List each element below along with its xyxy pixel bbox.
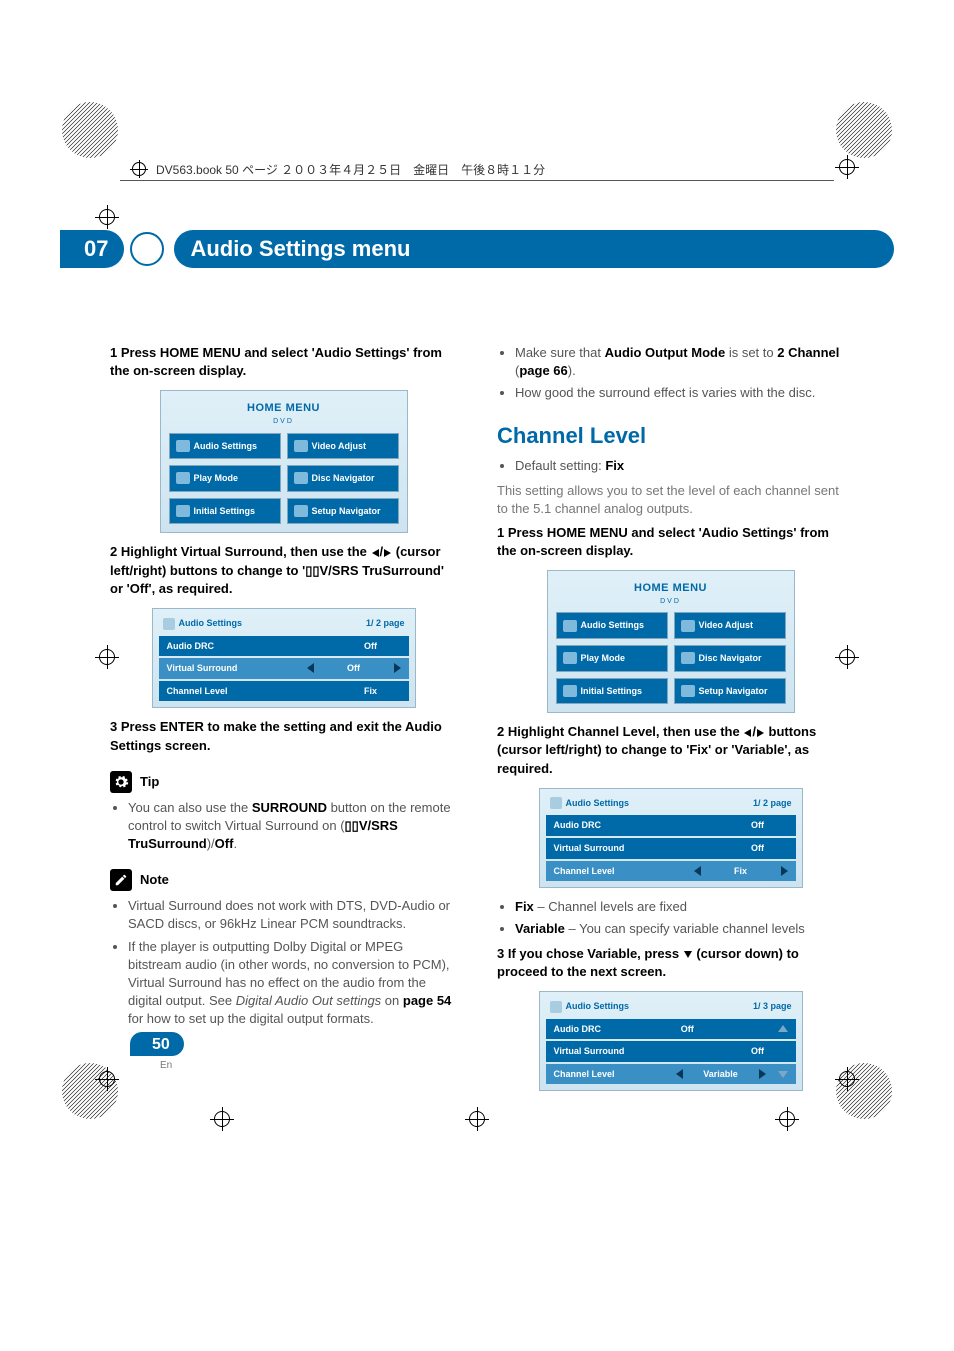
- menu-initial-settings[interactable]: Initial Settings: [169, 498, 281, 525]
- arrow-right-icon[interactable]: [759, 1069, 766, 1079]
- right-step2: 2 Highlight Channel Level, then use the …: [497, 723, 844, 778]
- speaker-icon: [176, 440, 190, 452]
- chapter-header: 07 Audio Settings menu: [60, 230, 894, 268]
- channel-level-intro: This setting allows you to set the level…: [497, 482, 844, 518]
- right-step3: 3 If you chose Variable, press (cursor d…: [497, 945, 844, 981]
- wizard-icon: [681, 685, 695, 697]
- menu-video-adjust[interactable]: Video Adjust: [674, 612, 786, 639]
- bullet-audio-output: Make sure that Audio Output Mode is set …: [515, 344, 844, 380]
- fix-description: Fix – Channel levels are fixed: [515, 898, 844, 916]
- menu-sub: DVD: [169, 417, 399, 427]
- arrow-left-icon[interactable]: [307, 663, 314, 673]
- audio-settings-panel-3: Audio Settings 1/ 3 page Audio DRCOff Vi…: [539, 991, 803, 1091]
- play-icon: [563, 652, 577, 664]
- left-step2: 2 Highlight Virtual Surround, then use t…: [110, 543, 457, 598]
- header-circle: [130, 232, 164, 266]
- speaker-icon: [550, 1001, 562, 1013]
- tip-label: Tip: [140, 773, 159, 791]
- row-audio-drc[interactable]: Audio DRCOff: [546, 1019, 796, 1040]
- arrow-right-icon: [384, 549, 391, 557]
- right-column: Make sure that Audio Output Mode is set …: [497, 338, 844, 1101]
- arrow-left-icon: [372, 549, 379, 557]
- home-menu-2: HOME MENU DVD Audio Settings Video Adjus…: [547, 570, 795, 713]
- page-number: 50: [130, 1032, 184, 1056]
- arrow-up-icon[interactable]: [778, 1025, 788, 1032]
- note-label: Note: [140, 871, 169, 889]
- row-audio-drc[interactable]: Audio DRCOff: [546, 815, 796, 836]
- file-metadata: DV563.book 50 ページ ２００３年４月２５日 金曜日 午後８時１１分: [130, 160, 545, 178]
- disc-icon: [681, 652, 695, 664]
- note-item-2: If the player is outputting Dolby Digita…: [128, 938, 457, 1029]
- chapter-title: Audio Settings menu: [174, 230, 894, 268]
- file-meta-text: DV563.book 50 ページ ２００３年４月２５日 金曜日 午後８時１１分: [156, 161, 545, 178]
- menu-sub: DVD: [556, 597, 786, 607]
- gear-icon: [176, 505, 190, 517]
- wizard-icon: [294, 505, 308, 517]
- section-channel-level: Channel Level: [497, 421, 844, 452]
- menu-play-mode[interactable]: Play Mode: [556, 645, 668, 672]
- tip-item: You can also use the SURROUND button on …: [128, 799, 457, 854]
- pencil-icon: [110, 869, 132, 891]
- menu-play-mode[interactable]: Play Mode: [169, 465, 281, 492]
- default-setting: Default setting: Fix: [515, 457, 844, 475]
- arrow-right-icon[interactable]: [781, 866, 788, 876]
- menu-audio-settings[interactable]: Audio Settings: [556, 612, 668, 639]
- page-language: En: [160, 1060, 172, 1071]
- menu-disc-navigator[interactable]: Disc Navigator: [287, 465, 399, 492]
- left-column: 1 Press HOME MENU and select 'Audio Sett…: [110, 338, 457, 1101]
- home-menu-1: HOME MENU DVD Audio Settings Video Adjus…: [160, 390, 408, 533]
- audio-settings-panel-2: Audio Settings 1/ 2 page Audio DRCOff Vi…: [539, 788, 803, 888]
- arrow-right-icon: [757, 729, 764, 737]
- speaker-icon: [563, 620, 577, 632]
- arrow-right-icon[interactable]: [394, 663, 401, 673]
- top-rule: [120, 180, 834, 181]
- row-channel-level[interactable]: Channel LevelFix: [159, 681, 409, 702]
- row-virtual-surround[interactable]: Virtual SurroundOff: [546, 838, 796, 859]
- row-virtual-surround[interactable]: Virtual SurroundOff: [546, 1041, 796, 1062]
- menu-disc-navigator[interactable]: Disc Navigator: [674, 645, 786, 672]
- audio-settings-panel-1: Audio Settings 1/ 2 page Audio DRCOff Vi…: [152, 608, 416, 708]
- menu-video-adjust[interactable]: Video Adjust: [287, 433, 399, 460]
- page-indicator: 1/ 3 page: [753, 1000, 792, 1013]
- left-step1: 1 Press HOME MENU and select 'Audio Sett…: [110, 344, 457, 380]
- note-item-1: Virtual Surround does not work with DTS,…: [128, 897, 457, 933]
- right-step1: 1 Press HOME MENU and select 'Audio Sett…: [497, 524, 844, 560]
- speaker-icon: [163, 618, 175, 630]
- row-audio-drc[interactable]: Audio DRCOff: [159, 636, 409, 657]
- arrow-down-icon: [684, 951, 692, 958]
- gear-icon: [563, 685, 577, 697]
- menu-title: HOME MENU: [247, 402, 320, 414]
- left-step3: 3 Press ENTER to make the setting and ex…: [110, 718, 457, 754]
- variable-description: Variable – You can specify variable chan…: [515, 920, 844, 938]
- arrow-down-icon[interactable]: [778, 1071, 788, 1078]
- menu-initial-settings[interactable]: Initial Settings: [556, 678, 668, 705]
- disc-icon: [294, 472, 308, 484]
- menu-audio-settings[interactable]: Audio Settings: [169, 433, 281, 460]
- tip-heading: Tip: [110, 771, 457, 793]
- arrow-left-icon[interactable]: [694, 866, 701, 876]
- row-channel-level[interactable]: Channel LevelVariable: [546, 1064, 796, 1085]
- arrow-left-icon[interactable]: [676, 1069, 683, 1079]
- menu-title: HOME MENU: [634, 582, 707, 594]
- speaker-icon: [550, 797, 562, 809]
- gear-icon: [110, 771, 132, 793]
- video-icon: [294, 440, 308, 452]
- video-icon: [681, 620, 695, 632]
- row-virtual-surround[interactable]: Virtual SurroundOff: [159, 658, 409, 679]
- menu-setup-navigator[interactable]: Setup Navigator: [674, 678, 786, 705]
- chapter-number: 07: [60, 230, 124, 268]
- arrow-left-icon: [744, 729, 751, 737]
- play-icon: [176, 472, 190, 484]
- page-indicator: 1/ 2 page: [753, 797, 792, 810]
- row-channel-level[interactable]: Channel LevelFix: [546, 861, 796, 882]
- note-heading: Note: [110, 869, 457, 891]
- bullet-effect-varies: How good the surround effect is varies w…: [515, 384, 844, 402]
- menu-setup-navigator[interactable]: Setup Navigator: [287, 498, 399, 525]
- page-indicator: 1/ 2 page: [366, 617, 405, 630]
